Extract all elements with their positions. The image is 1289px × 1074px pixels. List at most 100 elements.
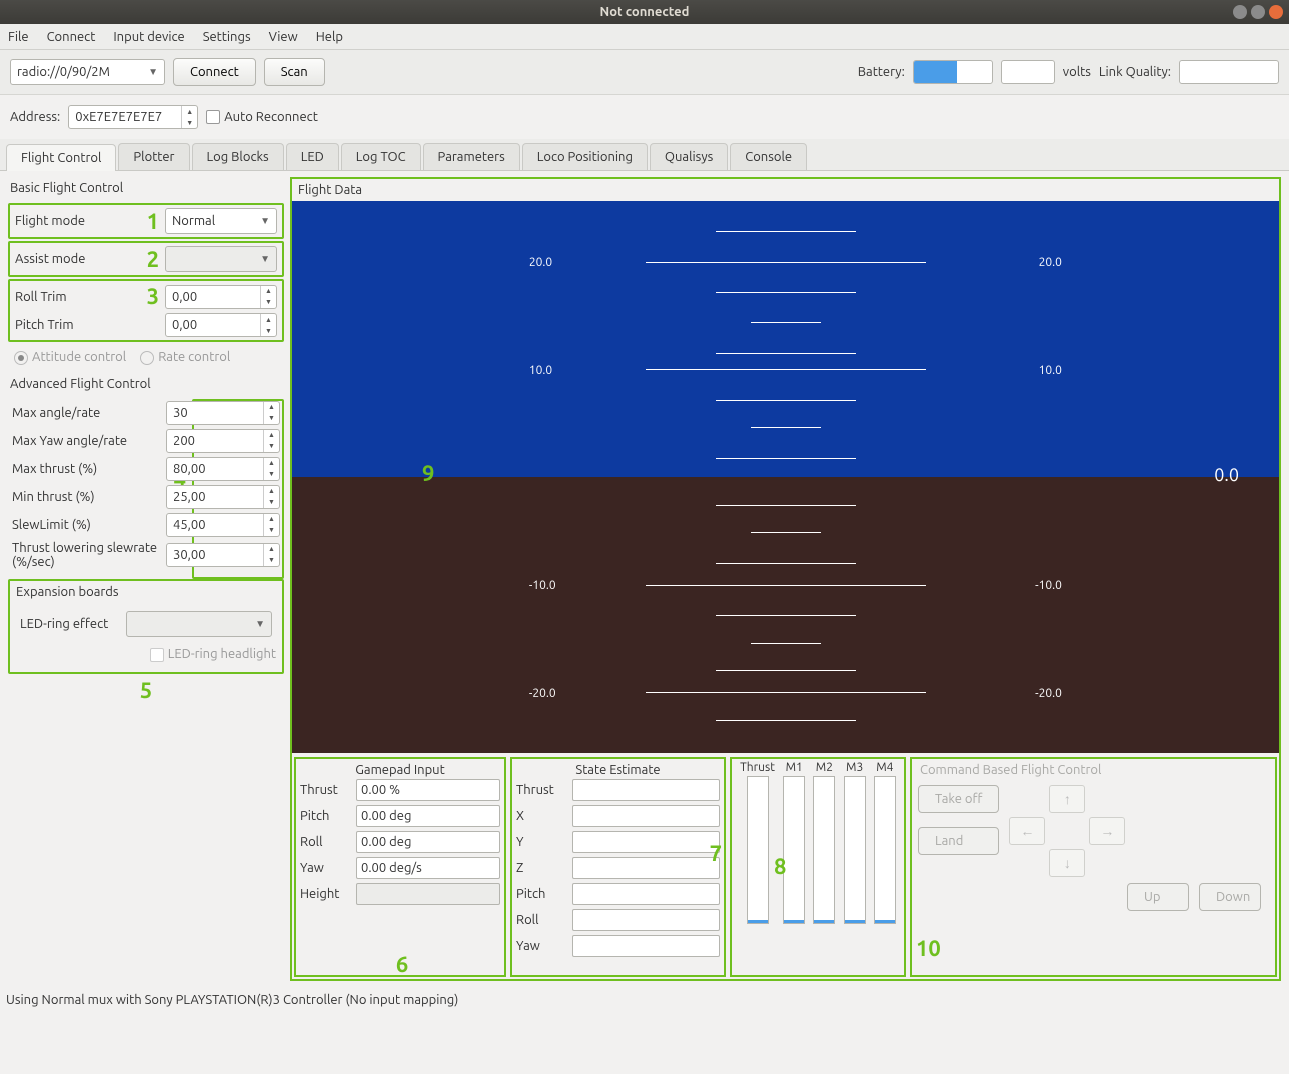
gamepad-panel: Gamepad Input Thrust 0.00 % Pitch 0.00 deg…: [294, 757, 506, 977]
gp-height-label: Height: [300, 887, 350, 901]
tab-loco-positioning[interactable]: Loco Positioning: [522, 143, 648, 170]
command-panel: Command Based Flight Control Take off La…: [910, 757, 1277, 977]
attitude-indicator: 9 20.0 20.0 10.0 10.0 0.0 -10.0 -10.0 -2…: [292, 201, 1279, 753]
window-title: Not connected: [600, 5, 690, 19]
arrow-up-button[interactable]: ↑: [1049, 785, 1085, 813]
battery-volts-input[interactable]: [1001, 60, 1055, 84]
arrow-left-button[interactable]: ←: [1009, 817, 1045, 845]
gp-yaw-value[interactable]: 0.00 deg/s: [356, 857, 500, 879]
auto-reconnect-checkbox[interactable]: Auto Reconnect: [206, 110, 318, 125]
gamepad-title: Gamepad Input: [300, 761, 500, 779]
max-angle-input[interactable]: 30▲▼: [166, 401, 280, 425]
expansion-title: Expansion boards: [16, 585, 276, 599]
uri-combo[interactable]: radio://0/90/2M ▼: [10, 59, 165, 85]
chevron-down-icon: ▼: [260, 215, 270, 227]
spin-up-icon[interactable]: ▲: [182, 106, 197, 117]
assist-mode-combo[interactable]: ▼: [165, 246, 277, 272]
led-ring-headlight-checkbox[interactable]: LED-ring headlight: [150, 647, 276, 661]
menubar: File Connect Input device Settings View …: [0, 24, 1289, 50]
address-row: Address: 0xE7E7E7E7E7 ▲▼ Auto Reconnect: [0, 95, 1289, 139]
state-yaw-value[interactable]: [572, 935, 720, 957]
thrust-lowering-input[interactable]: 30,00▲▼: [166, 543, 280, 567]
tab-flight-control[interactable]: Flight Control: [6, 144, 116, 171]
basic-flight-title: Basic Flight Control: [8, 177, 284, 199]
tab-plotter[interactable]: Plotter: [118, 143, 189, 170]
close-icon[interactable]: [1269, 5, 1283, 19]
roll-trim-input[interactable]: 0,00▲▼: [165, 285, 277, 309]
tab-log-toc[interactable]: Log TOC: [341, 143, 421, 170]
m3-bar: [844, 776, 866, 924]
max-thrust-label: Max thrust (%): [12, 462, 160, 476]
volts-label: volts: [1063, 65, 1091, 79]
chevron-down-icon: ▼: [260, 253, 270, 265]
state-roll-value[interactable]: [572, 909, 720, 931]
gp-roll-value[interactable]: 0.00 deg: [356, 831, 500, 853]
led-ring-effect-combo[interactable]: ▼: [126, 611, 272, 637]
state-x-value[interactable]: [572, 805, 720, 827]
motors-panel: Thrust M1 M2 M3 M4 8: [730, 757, 906, 977]
slew-limit-label: SlewLimit (%): [12, 518, 160, 532]
up-button[interactable]: Up: [1127, 883, 1189, 911]
gp-pitch-value[interactable]: 0.00 deg: [356, 805, 500, 827]
m1-bar: [783, 776, 805, 924]
attitude-control-radio[interactable]: Attitude control: [14, 350, 126, 365]
gp-height-value: [356, 883, 500, 905]
menu-settings[interactable]: Settings: [203, 30, 251, 44]
pitch-trim-input[interactable]: 0,00▲▼: [165, 313, 277, 337]
arrow-down-button[interactable]: ↓: [1049, 849, 1085, 877]
chevron-down-icon: ▼: [255, 618, 265, 630]
arrow-right-button[interactable]: →: [1089, 817, 1125, 845]
battery-bar: [913, 60, 993, 84]
flight-data-title: Flight Data: [292, 179, 1279, 201]
state-thrust-value[interactable]: [572, 779, 720, 801]
tab-console[interactable]: Console: [730, 143, 807, 170]
takeoff-button[interactable]: Take off: [918, 785, 999, 813]
advanced-flight-title: Advanced Flight Control: [8, 373, 284, 395]
tab-log-blocks[interactable]: Log Blocks: [192, 143, 284, 170]
maximize-icon[interactable]: [1251, 5, 1265, 19]
command-title: Command Based Flight Control: [916, 761, 1271, 779]
horizon-zero: 0.0: [1214, 465, 1239, 485]
link-quality-input[interactable]: [1179, 60, 1279, 84]
tab-parameters[interactable]: Parameters: [423, 143, 520, 170]
address-label: Address:: [10, 110, 60, 124]
link-quality-label: Link Quality:: [1099, 65, 1171, 79]
gp-thrust-label: Thrust: [300, 783, 350, 797]
state-y-value[interactable]: [572, 831, 720, 853]
gp-thrust-value[interactable]: 0.00 %: [356, 779, 500, 801]
battery-label: Battery:: [858, 65, 905, 79]
tab-led[interactable]: LED: [286, 143, 339, 170]
connect-button[interactable]: Connect: [173, 58, 256, 86]
min-thrust-label: Min thrust (%): [12, 490, 160, 504]
menu-help[interactable]: Help: [316, 30, 343, 44]
address-input[interactable]: 0xE7E7E7E7E7 ▲▼: [68, 105, 198, 129]
tab-qualisys[interactable]: Qualisys: [650, 143, 728, 170]
menu-input-device[interactable]: Input device: [113, 30, 184, 44]
flight-mode-label: Flight mode: [15, 214, 135, 228]
gp-pitch-label: Pitch: [300, 809, 350, 823]
uri-value: radio://0/90/2M: [17, 65, 110, 79]
arrow-pad: ↑ ← → ↓: [1009, 785, 1125, 877]
chevron-down-icon: ▼: [148, 66, 158, 78]
down-button[interactable]: Down: [1199, 883, 1261, 911]
menu-view[interactable]: View: [269, 30, 298, 44]
slew-limit-input[interactable]: 45,00▲▼: [166, 513, 280, 537]
minimize-icon[interactable]: [1233, 5, 1247, 19]
thrust-bar: [747, 776, 769, 924]
flight-mode-combo[interactable]: Normal▼: [165, 208, 277, 234]
max-yaw-input[interactable]: 200▲▼: [166, 429, 280, 453]
rate-control-radio[interactable]: Rate control: [140, 350, 230, 365]
spin-down-icon[interactable]: ▼: [182, 117, 197, 128]
gp-yaw-label: Yaw: [300, 861, 350, 875]
land-button[interactable]: Land: [918, 827, 999, 855]
state-z-value[interactable]: [572, 857, 720, 879]
scan-button[interactable]: Scan: [264, 58, 325, 86]
pitch-trim-label: Pitch Trim: [15, 318, 135, 332]
menu-file[interactable]: File: [8, 30, 29, 44]
min-thrust-input[interactable]: 25,00▲▼: [166, 485, 280, 509]
m2-bar: [813, 776, 835, 924]
menu-connect[interactable]: Connect: [47, 30, 96, 44]
max-thrust-input[interactable]: 80,00▲▼: [166, 457, 280, 481]
state-panel: State Estimate Thrust X Y Z Pitch Roll Y…: [510, 757, 726, 977]
state-pitch-value[interactable]: [572, 883, 720, 905]
